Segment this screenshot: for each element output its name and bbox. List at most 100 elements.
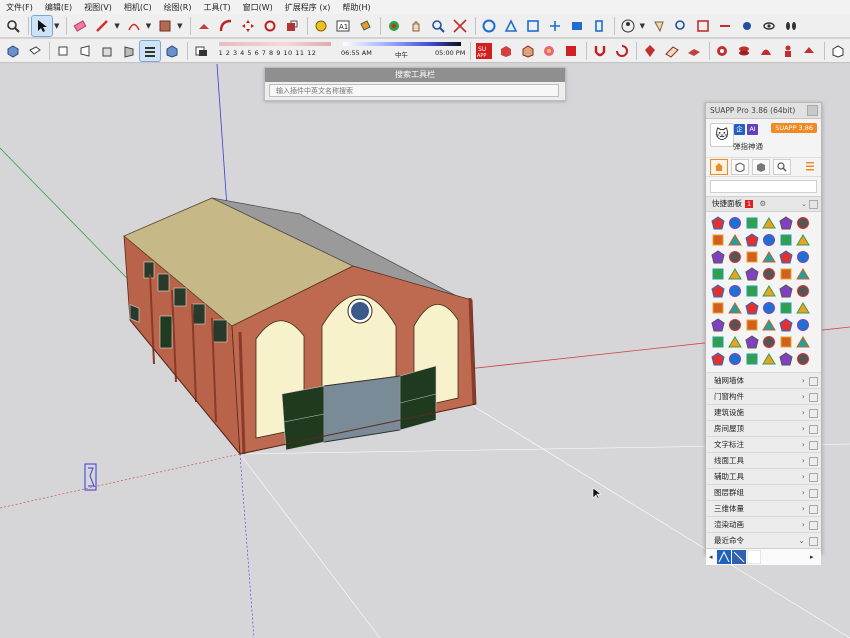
select-arrow-icon[interactable] [31, 14, 53, 37]
grid-tool-icon[interactable] [523, 16, 543, 36]
plugin-tool-icon[interactable] [711, 233, 725, 247]
paint-bucket-icon[interactable] [355, 16, 375, 36]
cube-tool-icon[interactable] [518, 41, 538, 61]
plugin-tool-icon[interactable] [762, 352, 776, 366]
chevron-right-icon[interactable]: › [802, 389, 805, 404]
window-tool-icon[interactable] [567, 16, 587, 36]
plugin-tool-icon[interactable] [728, 233, 742, 247]
orbit-icon[interactable] [384, 16, 404, 36]
popout-icon[interactable] [809, 489, 818, 498]
plugin-tool-icon[interactable] [711, 284, 725, 298]
left-view-icon[interactable] [119, 41, 139, 61]
plugin-tool-icon[interactable] [728, 318, 742, 332]
plugin-search-input[interactable]: 输入插件中英文名称搜索 [269, 84, 559, 97]
category-row[interactable]: 线面工具 › [706, 452, 821, 468]
text-icon[interactable]: A1 [333, 16, 353, 36]
chevron-right-icon[interactable]: ▸ [810, 553, 818, 561]
back-view-icon[interactable] [97, 41, 117, 61]
menu-item[interactable]: 扩展程序 (x) [279, 2, 337, 13]
popout-icon[interactable] [809, 457, 818, 466]
box-tool-icon[interactable] [496, 41, 516, 61]
category-row[interactable]: 三维体量 › [706, 500, 821, 516]
plugin-tool-icon[interactable] [745, 335, 759, 349]
chevron-left-icon[interactable]: ◂ [709, 553, 717, 561]
menu-item[interactable]: 窗口(W) [237, 2, 279, 13]
category-row[interactable]: 轴网墙体 › [706, 372, 821, 388]
footprints-icon[interactable] [781, 16, 801, 36]
plugin-tool-icon[interactable] [745, 216, 759, 230]
category-row[interactable]: 建筑设施 › [706, 404, 821, 420]
quick-panel-header[interactable]: 快捷面板 1 ⚙ ⌄ [706, 196, 821, 212]
plugin-tool-icon[interactable] [711, 216, 725, 230]
plugin-tool-icon[interactable] [762, 267, 776, 281]
field-of-view-icon[interactable] [737, 16, 757, 36]
list-menu-icon[interactable] [805, 161, 817, 174]
menu-item[interactable]: 文件(F) [0, 2, 39, 13]
popout-icon[interactable] [809, 537, 818, 546]
recent-tool-icon[interactable] [747, 550, 761, 564]
shadow-time-slider[interactable]: 06:55 AM 中午 05:00 PM [341, 40, 465, 62]
zoom-window-icon[interactable] [428, 16, 448, 36]
chevron-down-icon[interactable]: ▼ [177, 22, 182, 30]
chevron-right-icon[interactable]: › [802, 501, 805, 516]
category-row[interactable]: 渲染动画 › [706, 516, 821, 532]
zoom-icon[interactable] [3, 16, 23, 36]
plugin-tool-icon[interactable] [745, 301, 759, 315]
popout-icon[interactable] [809, 441, 818, 450]
cube-icon[interactable] [752, 159, 770, 175]
plugin-tool-icon[interactable] [728, 216, 742, 230]
popout-icon[interactable] [809, 425, 818, 434]
chevron-right-icon[interactable]: › [802, 453, 805, 468]
box-icon[interactable] [731, 159, 749, 175]
axis-tool-icon[interactable] [545, 16, 565, 36]
popout-icon[interactable] [809, 200, 818, 209]
plugin-tool-icon[interactable] [762, 216, 776, 230]
scale-icon[interactable] [282, 16, 302, 36]
plugin-tool-icon[interactable] [796, 352, 810, 366]
popout-icon[interactable] [809, 377, 818, 386]
category-row[interactable]: 辅助工具 › [706, 468, 821, 484]
plugin-tool-icon[interactable] [728, 301, 742, 315]
chevron-right-icon[interactable]: › [802, 405, 805, 420]
plugin-tool-icon[interactable] [728, 267, 742, 281]
rotate-icon[interactable] [260, 16, 280, 36]
plugin-tool-icon[interactable] [779, 216, 793, 230]
menu-item[interactable]: 工具(T) [198, 2, 237, 13]
top-view-icon[interactable] [25, 41, 45, 61]
suapp-search-input[interactable] [710, 180, 817, 193]
chevron-down-icon[interactable]: ⌄ [798, 533, 805, 548]
category-row[interactable]: 房间屋顶 › [706, 420, 821, 436]
menu-item[interactable]: 帮助(H) [336, 2, 376, 13]
menu-item[interactable]: 视图(V) [78, 2, 118, 13]
plugin-tool-icon[interactable] [711, 318, 725, 332]
shaded-style-icon[interactable] [139, 39, 162, 62]
plugin-tool-icon[interactable] [762, 284, 776, 298]
gear-cluster-icon[interactable] [713, 41, 733, 61]
plugin-tool-icon[interactable] [796, 250, 810, 264]
push-pull-icon[interactable] [194, 16, 214, 36]
plugin-tool-icon[interactable] [796, 335, 810, 349]
position-camera-icon[interactable] [693, 16, 713, 36]
chevron-right-icon[interactable]: › [802, 517, 805, 532]
component-icon[interactable] [828, 41, 848, 61]
plugin-tool-icon[interactable] [779, 284, 793, 298]
figure-tool-icon[interactable] [778, 41, 798, 61]
move-icon[interactable] [238, 16, 258, 36]
front-view-icon[interactable] [53, 41, 73, 61]
recent-tool-icon[interactable] [732, 550, 746, 564]
look-around-icon[interactable] [715, 16, 735, 36]
tape-measure-icon[interactable] [311, 16, 331, 36]
chevron-right-icon[interactable]: › [802, 373, 805, 388]
eraser-icon[interactable] [70, 16, 90, 36]
menu-item[interactable]: 绘图(R) [158, 2, 198, 13]
s-tool-icon[interactable] [561, 41, 581, 61]
right-view-icon[interactable] [75, 41, 95, 61]
section-icon[interactable] [671, 16, 691, 36]
follow-me-icon[interactable] [216, 16, 236, 36]
shadow-toggle-icon[interactable] [191, 41, 211, 61]
chevron-right-icon[interactable]: › [802, 485, 805, 500]
shadow-date-slider[interactable]: 1 2 3 4 5 6 7 8 9 10 11 12 [217, 40, 333, 62]
version-badge[interactable]: SUAPP 3.86 [771, 123, 817, 133]
slab-tool-icon[interactable] [684, 41, 704, 61]
plugin-tool-icon[interactable] [728, 250, 742, 264]
